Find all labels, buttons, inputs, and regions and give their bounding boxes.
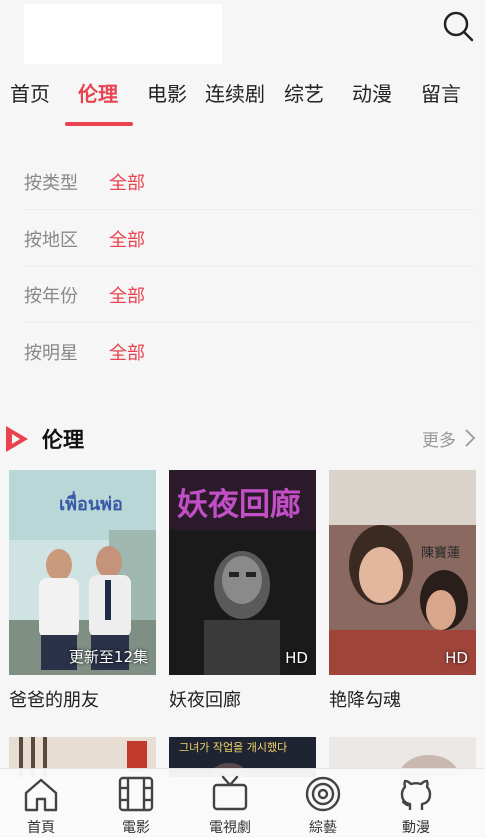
nav-movies[interactable]: 電影 xyxy=(96,769,176,836)
tab-movies[interactable]: 电影 xyxy=(147,78,187,107)
nav-anime[interactable]: 動漫 xyxy=(376,769,456,836)
quality-badge: HD xyxy=(445,649,468,667)
search-button[interactable] xyxy=(440,8,476,44)
nav-label: 綜藝 xyxy=(309,820,337,836)
poster-art: 陳寶蓮 xyxy=(329,470,476,675)
logo xyxy=(24,4,222,64)
filter-value-region[interactable]: 全部 xyxy=(109,226,145,252)
tv-icon xyxy=(212,775,248,811)
nav-label: 首頁 xyxy=(27,820,55,836)
category-tabs: 首页 伦理 电影 连续剧 综艺 动漫 留言 xyxy=(0,70,485,130)
video-card[interactable]: 陳寶蓮 HD 艳降勾魂 xyxy=(329,470,476,711)
github-cat-icon xyxy=(400,779,432,810)
quality-badge: HD xyxy=(285,649,308,667)
tab-anime[interactable]: 动漫 xyxy=(352,78,392,107)
filter-row-star: 按明星 全部 xyxy=(24,323,474,379)
poster-image: 陳寶蓮 HD xyxy=(329,470,476,675)
video-title: 爸爸的朋友 xyxy=(9,690,99,711)
poster-caption: 그녀가 작업을 개시했다 xyxy=(179,741,287,754)
video-title: 妖夜回廊 xyxy=(169,690,241,711)
search-icon xyxy=(443,11,474,42)
nav-label: 電影 xyxy=(122,820,150,836)
filter-label: 按地区 xyxy=(24,230,78,251)
episode-badge: 更新至12集 xyxy=(68,648,148,666)
poster-art: 妖夜回廊 xyxy=(169,470,316,675)
poster-image: 妖夜回廊 HD xyxy=(169,470,316,675)
home-icon xyxy=(24,778,58,812)
filter-label: 按类型 xyxy=(24,173,78,194)
filter-row-year: 按年份 全部 xyxy=(24,266,474,323)
filter-value-star[interactable]: 全部 xyxy=(109,339,145,365)
filter-row-region: 按地区 全部 xyxy=(24,210,474,267)
video-card[interactable]: เพื่อนพ่อ 更新至12集 爸爸的朋友 xyxy=(9,470,156,711)
poster-image: เพื่อนพ่อ 更新至12集 xyxy=(9,470,156,675)
tab-ethics[interactable]: 伦理 xyxy=(78,78,118,107)
section-header: 伦理 更多 xyxy=(0,420,485,460)
poster-caption: 陳寶蓮 xyxy=(421,545,460,561)
tab-series[interactable]: 连续剧 xyxy=(205,78,265,107)
bottom-nav: 首頁 電影 電視劇 綜藝 動漫 xyxy=(0,768,485,836)
nav-label: 電視劇 xyxy=(209,820,251,836)
tab-messages[interactable]: 留言 xyxy=(421,78,461,107)
section-title: 伦理 xyxy=(42,428,84,452)
play-triangle-icon xyxy=(6,426,28,452)
target-icon xyxy=(305,776,341,812)
filter-value-type[interactable]: 全部 xyxy=(109,169,145,195)
poster-art: เพื่อนพ่อ xyxy=(9,470,156,675)
nav-home[interactable]: 首頁 xyxy=(1,769,81,836)
filter-row-type: 按类型 全部 xyxy=(24,153,474,210)
video-card[interactable]: 妖夜回廊 HD 妖夜回廊 xyxy=(169,470,316,711)
svg-text:เพื่อนพ่อ: เพื่อนพ่อ xyxy=(59,491,123,515)
filter-label: 按年份 xyxy=(24,286,78,307)
video-title: 艳降勾魂 xyxy=(329,690,401,711)
film-icon xyxy=(118,776,154,812)
filter-value-year[interactable]: 全部 xyxy=(109,282,145,308)
nav-label: 動漫 xyxy=(402,820,430,836)
nav-tv[interactable]: 電視劇 xyxy=(190,769,270,836)
poster-caption: 妖夜回廊 xyxy=(177,487,301,523)
tab-home[interactable]: 首页 xyxy=(10,78,50,107)
active-tab-indicator xyxy=(65,122,133,126)
more-link[interactable]: 更多 xyxy=(422,426,456,451)
top-bar xyxy=(0,0,485,70)
chevron-right-icon[interactable] xyxy=(463,428,477,448)
nav-variety[interactable]: 綜藝 xyxy=(283,769,363,836)
filter-label: 按明星 xyxy=(24,343,78,364)
tab-variety[interactable]: 综艺 xyxy=(284,78,324,107)
